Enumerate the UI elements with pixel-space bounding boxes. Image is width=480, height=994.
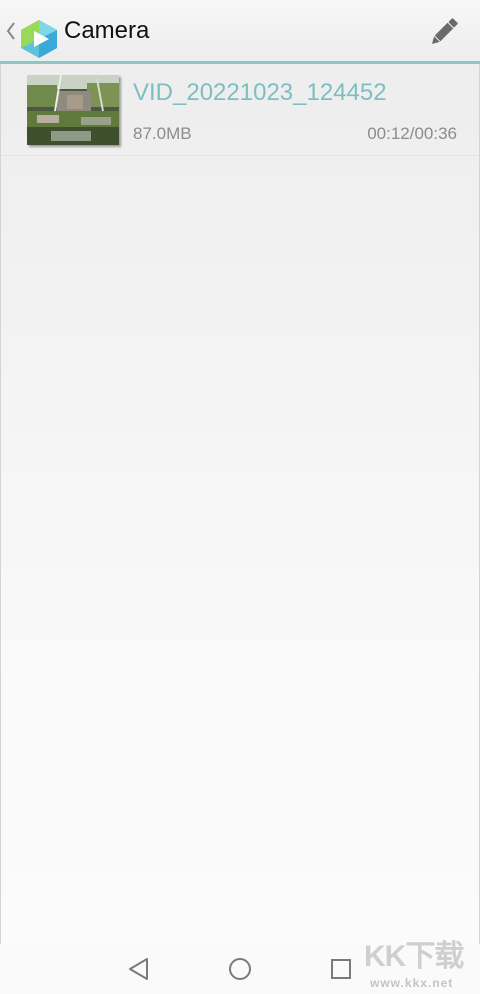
watermark: KK下载 www.kkx.net <box>360 938 478 994</box>
recents-square-icon[interactable] <box>324 952 358 986</box>
watermark-logo-text: KK下载 <box>364 940 464 973</box>
video-thumbnail <box>27 75 119 145</box>
edit-button[interactable] <box>424 12 464 52</box>
video-list: VID_20221023_124452 87.0MB 00:12/00:36 <box>1 64 479 156</box>
app-logo-icon <box>21 20 57 58</box>
watermark-url: www.kkx.net <box>370 976 454 990</box>
list-item[interactable]: VID_20221023_124452 87.0MB 00:12/00:36 <box>1 64 479 156</box>
action-bar: Camera <box>0 0 480 62</box>
pencil-icon <box>431 18 458 45</box>
video-size: 87.0MB <box>133 124 192 143</box>
page-title: Camera <box>64 17 150 44</box>
video-duration: 00:12/00:36 <box>367 124 457 143</box>
back-triangle-icon[interactable] <box>122 952 156 986</box>
home-circle-icon[interactable] <box>223 952 257 986</box>
video-name: VID_20221023_124452 <box>133 79 387 106</box>
up-button[interactable] <box>2 8 60 58</box>
chevron-left-icon <box>6 22 15 40</box>
